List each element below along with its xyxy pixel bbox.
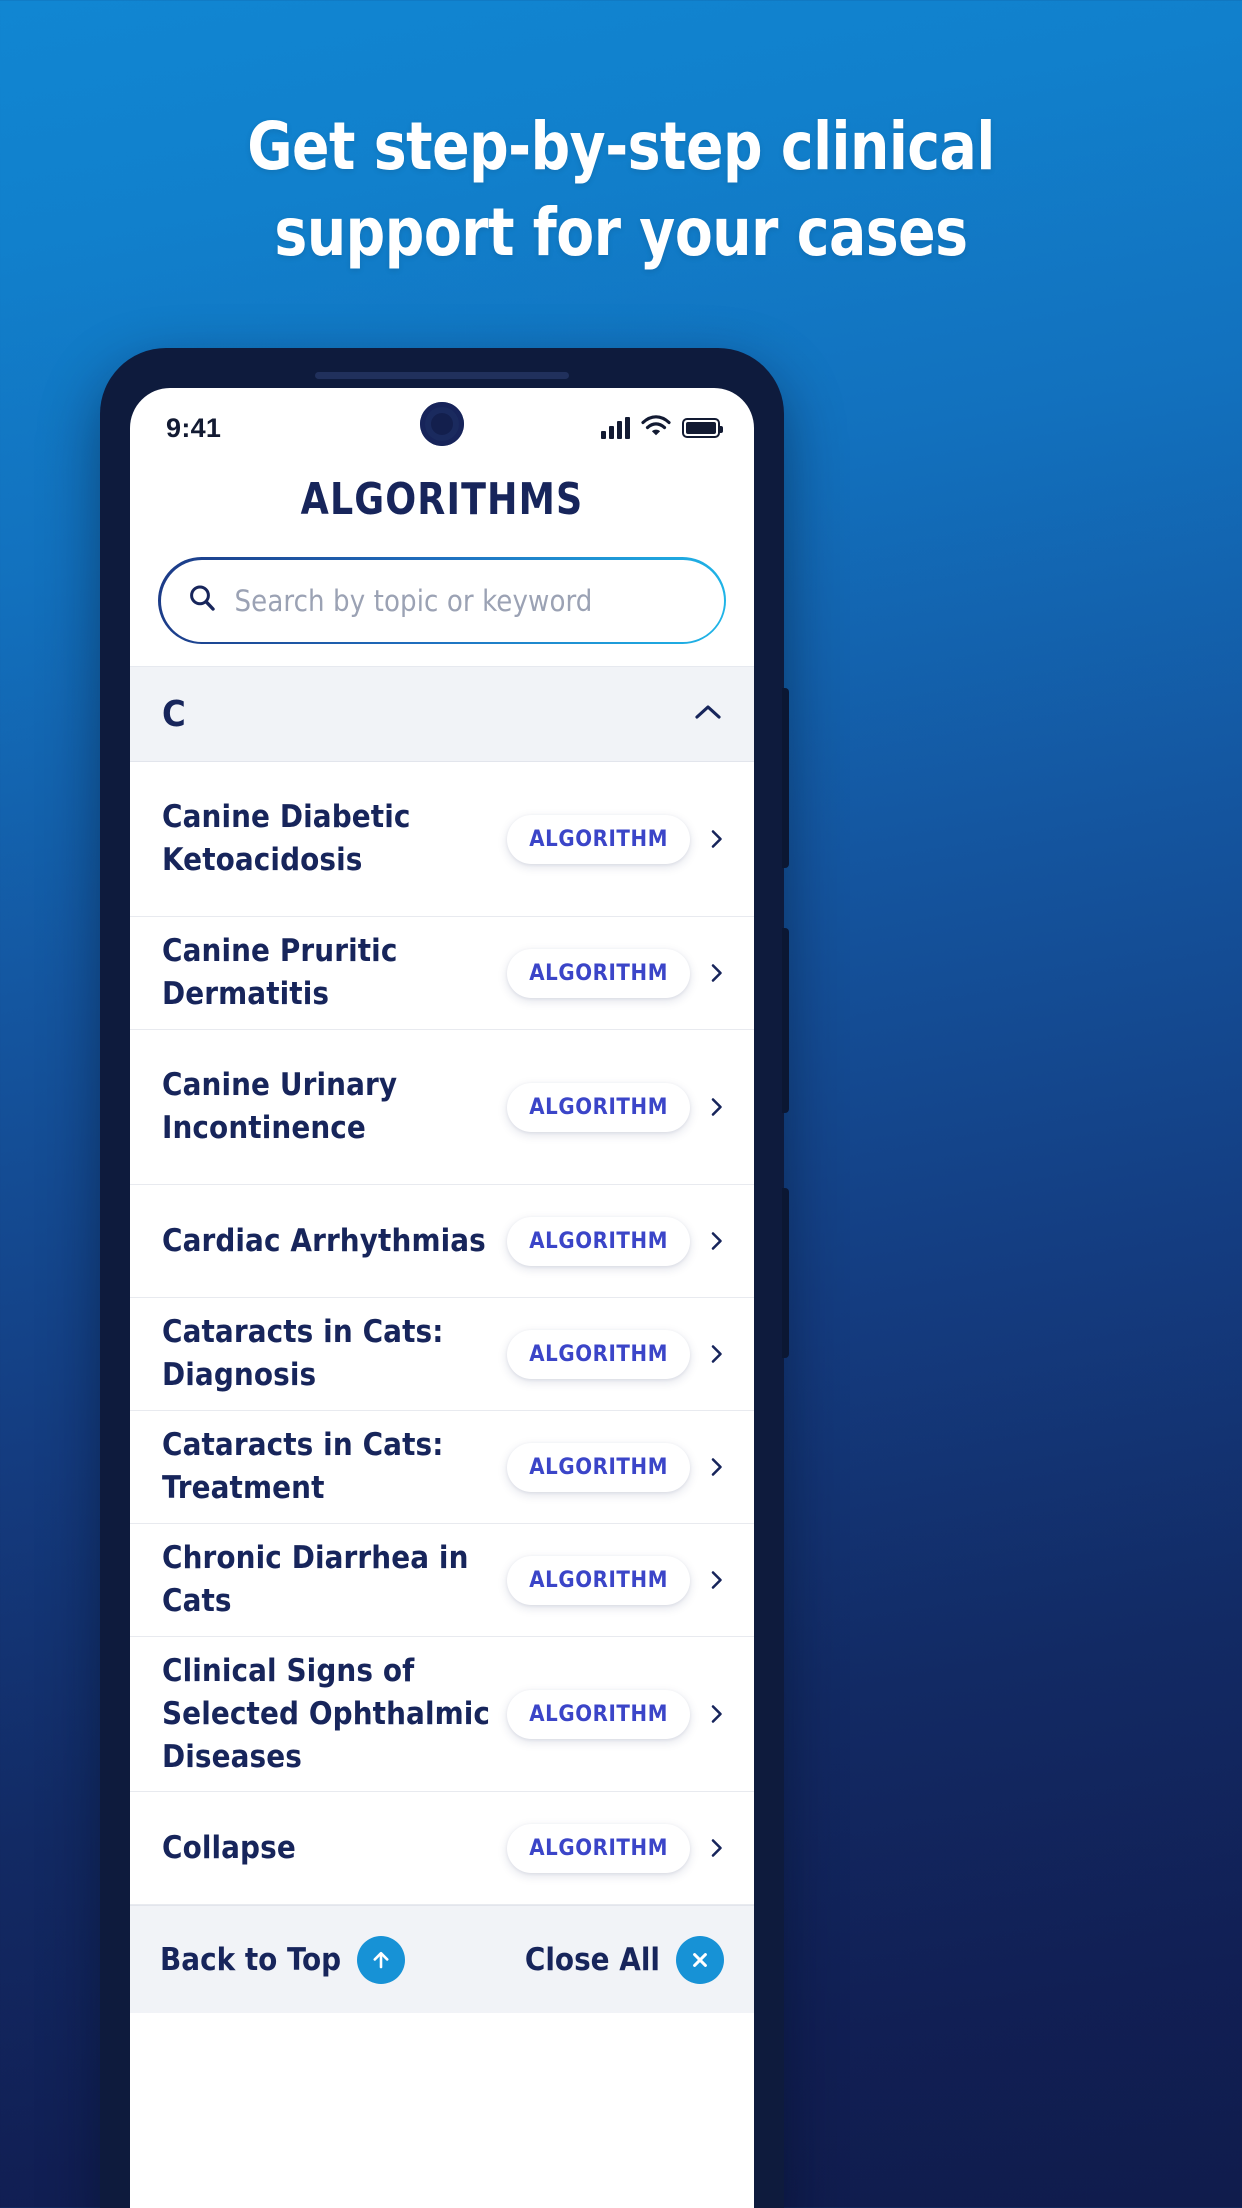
phone-screen: 9:41 ALGORITHMS Search by topic or keywo… (130, 388, 754, 2208)
list-item-title: Clinical Signs of Selected Ophthalmic Di… (162, 1652, 491, 1775)
phone-speaker-slot (315, 372, 569, 379)
status-badge[interactable]: ALGORITHM (507, 1329, 690, 1379)
promo-headline-line2: support for your cases (274, 194, 968, 271)
chevron-right-icon[interactable] (706, 1569, 728, 1591)
list-item-title: Cataracts in Cats: Diagnosis (162, 1314, 444, 1393)
list-item[interactable]: Cardiac Arrhythmias ALGORITHM (130, 1185, 754, 1298)
list-item-actions: ALGORITHM (507, 814, 728, 864)
status-badge[interactable]: ALGORITHM (507, 1555, 690, 1605)
chevron-right-icon[interactable] (706, 1096, 728, 1118)
back-to-top-button[interactable]: Back to Top (160, 1935, 406, 1984)
status-indicators (601, 414, 723, 442)
list-item-actions: ALGORITHM (507, 1823, 728, 1873)
chevron-right-icon[interactable] (706, 1456, 728, 1478)
status-badge[interactable]: ALGORITHM (507, 1442, 690, 1492)
status-time: 9:41 (166, 412, 222, 443)
list-item-title: Canine Urinary Incontinence (162, 1067, 398, 1146)
chevron-right-icon[interactable] (706, 1703, 728, 1725)
status-badge[interactable]: ALGORITHM (507, 1082, 690, 1132)
arrow-up-icon[interactable] (357, 1935, 406, 1984)
list-item-actions: ALGORITHM (507, 1216, 728, 1266)
search-icon (187, 583, 217, 618)
status-badge[interactable]: ALGORITHM (507, 1823, 690, 1873)
status-badge[interactable]: ALGORITHM (507, 814, 690, 864)
phone-power-button (782, 1188, 789, 1358)
section-letter: C (162, 693, 186, 735)
list-item-title: Canine Pruritic Dermatitis (162, 933, 398, 1012)
chevron-right-icon[interactable] (706, 1230, 728, 1252)
phone-mockup: 9:41 ALGORITHMS Search by topic or keywo… (100, 348, 789, 2208)
list-item-actions: ALGORITHM (507, 948, 728, 998)
chevron-up-icon[interactable] (694, 703, 722, 726)
close-all-label: Close All (524, 1941, 660, 1978)
page-title: ALGORITHMS (300, 474, 584, 525)
section-header-c[interactable]: C (130, 666, 754, 762)
chevron-right-icon[interactable] (706, 828, 728, 850)
phone-volume-down-button (782, 928, 789, 1113)
chevron-right-icon[interactable] (706, 1343, 728, 1365)
promo-headline-line1: Get step-by-step clinical (247, 108, 995, 185)
list-item[interactable]: Cataracts in Cats: Treatment ALGORITHM (130, 1411, 754, 1524)
cellular-signal-icon (601, 417, 630, 439)
promo-headline: Get step-by-step clinical support for yo… (43, 104, 1198, 276)
status-badge[interactable]: ALGORITHM (507, 948, 690, 998)
list-item[interactable]: Chronic Diarrhea in Cats ALGORITHM (130, 1524, 754, 1637)
list-item-title: Collapse (162, 1829, 296, 1866)
list-item-actions: ALGORITHM (507, 1329, 728, 1379)
camera-lens (431, 413, 453, 435)
chevron-right-icon[interactable] (706, 962, 728, 984)
status-badge[interactable]: ALGORITHM (507, 1689, 690, 1739)
search-bar[interactable]: Search by topic or keyword (158, 557, 726, 644)
battery-full-icon (682, 418, 723, 438)
close-x-icon[interactable] (676, 1935, 724, 1984)
back-to-top-label: Back to Top (160, 1941, 342, 1978)
close-all-button[interactable]: Close All (524, 1935, 724, 1984)
list-item-actions: ALGORITHM (507, 1689, 728, 1739)
list-item[interactable]: Cataracts in Cats: Diagnosis ALGORITHM (130, 1298, 754, 1411)
list-item[interactable]: Canine Urinary Incontinence ALGORITHM (130, 1030, 754, 1185)
list-item-title: Cardiac Arrhythmias (162, 1222, 486, 1259)
list-item-title: Canine Diabetic Ketoacidosis (162, 799, 411, 878)
list-item[interactable]: Clinical Signs of Selected Ophthalmic Di… (130, 1637, 754, 1792)
wifi-icon (641, 414, 671, 442)
list-item[interactable]: Canine Diabetic Ketoacidosis ALGORITHM (130, 762, 754, 917)
algorithm-list: Canine Diabetic Ketoacidosis ALGORITHM Can… (130, 762, 754, 1905)
status-badge[interactable]: ALGORITHM (507, 1216, 690, 1266)
search-input[interactable]: Search by topic or keyword (235, 584, 593, 618)
front-camera-icon (420, 402, 464, 446)
list-item[interactable]: Canine Pruritic Dermatitis ALGORITHM (130, 917, 754, 1030)
list-item-title: Cataracts in Cats: Treatment (162, 1427, 444, 1506)
list-item-title: Chronic Diarrhea in Cats (162, 1540, 469, 1619)
phone-volume-up-button (782, 688, 789, 868)
list-item-actions: ALGORITHM (507, 1442, 728, 1492)
list-item[interactable]: Collapse ALGORITHM (130, 1792, 754, 1905)
chevron-right-icon[interactable] (706, 1837, 728, 1859)
bottom-action-bar: Back to Top Close All (130, 1905, 754, 2013)
list-item-actions: ALGORITHM (507, 1082, 728, 1132)
status-bar: 9:41 (130, 388, 754, 454)
list-item-actions: ALGORITHM (507, 1555, 728, 1605)
